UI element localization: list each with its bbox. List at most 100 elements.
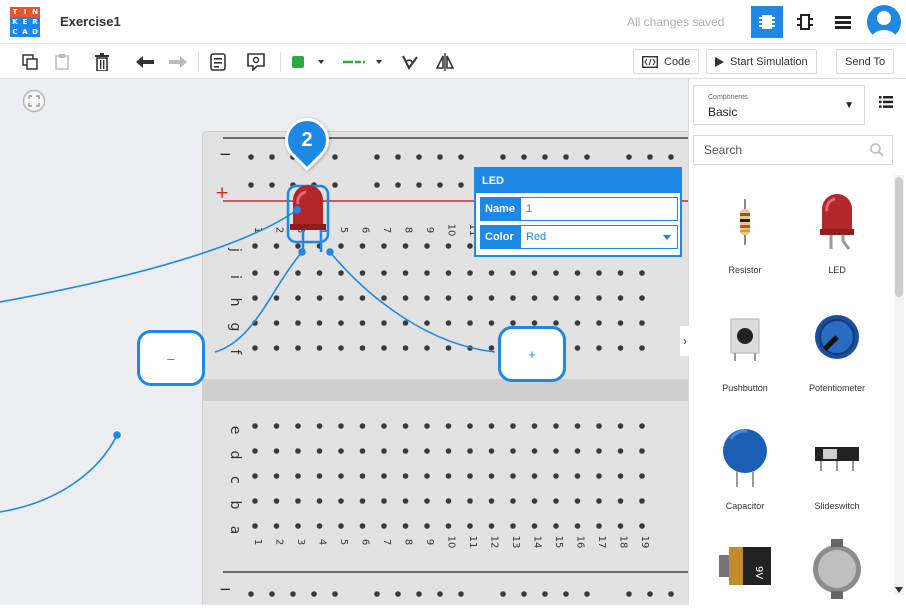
undo-icon[interactable] <box>133 50 157 74</box>
circuit-view-button[interactable] <box>751 6 783 38</box>
row-label: j <box>227 247 243 252</box>
terminal-hole <box>445 243 452 249</box>
terminal-hole <box>295 448 301 454</box>
wire-style-icon[interactable] <box>340 50 388 74</box>
logo-letter: N <box>30 7 40 17</box>
terminal-hole <box>359 270 366 276</box>
code-button[interactable]: Code <box>633 49 700 74</box>
terminal-hole <box>252 345 258 351</box>
rail-hole <box>311 182 317 188</box>
panel-collapse-toggle[interactable]: › <box>680 326 690 356</box>
terminal-hole <box>252 498 258 504</box>
terminal-hole <box>273 243 280 249</box>
rotate-icon[interactable] <box>398 50 422 74</box>
color-swatch-icon[interactable] <box>288 50 332 74</box>
flip-icon[interactable] <box>433 50 457 74</box>
terminal-hole <box>338 448 344 454</box>
note-icon[interactable] <box>206 50 230 74</box>
user-avatar[interactable] <box>867 5 901 39</box>
terminal-hole <box>467 448 473 454</box>
rail-hole <box>269 154 275 160</box>
component-potentiometer[interactable]: Potentiometer <box>787 301 887 401</box>
rail-hole <box>332 591 338 597</box>
terminal-hole <box>488 295 495 301</box>
schematic-list-button[interactable] <box>827 6 859 38</box>
components-search[interactable] <box>693 135 893 165</box>
send-to-button[interactable]: Send To <box>836 49 895 74</box>
column-number: 1 <box>252 539 263 545</box>
terminal-hole <box>359 320 366 326</box>
terminal-hole <box>359 498 366 504</box>
column-number: 15 <box>553 536 564 549</box>
components-category-select[interactable]: Components Basic ▼ <box>693 85 865 125</box>
terminal-hole <box>402 345 409 351</box>
terminal-hole <box>574 295 581 301</box>
terminal-hole <box>295 320 301 326</box>
panel-scrollbar[interactable] <box>894 175 904 595</box>
circuit-canvas[interactable]: −+−1122334455667788991010111112121313141… <box>0 79 688 605</box>
copy-icon[interactable] <box>18 50 42 74</box>
notes-toggle-icon[interactable] <box>244 50 268 74</box>
terminal-hole <box>639 523 645 529</box>
list-view-icon[interactable] <box>879 96 893 108</box>
terminal-hole <box>617 448 624 454</box>
column-number: 19 <box>639 536 650 549</box>
terminal-hole <box>639 473 645 479</box>
terminal-hole <box>359 295 366 301</box>
component-label: Potentiometer <box>808 383 866 393</box>
rail-hole <box>269 591 275 597</box>
scrollbar-thumb[interactable] <box>895 177 903 297</box>
terminal-hole <box>467 295 473 301</box>
rail-hole <box>542 591 548 597</box>
start-simulation-button[interactable]: Start Simulation <box>706 49 817 74</box>
component-battery-9v[interactable]: 9V <box>695 529 795 605</box>
component-coin-cell[interactable] <box>787 529 887 605</box>
terminal-hole <box>574 473 581 479</box>
column-number: 3 <box>295 227 306 233</box>
component-slideswitch[interactable]: Slideswitch <box>787 419 887 519</box>
terminal-hole <box>359 448 366 454</box>
redo-icon[interactable] <box>166 50 190 74</box>
column-number: 11 <box>467 536 478 549</box>
delete-icon[interactable] <box>90 50 114 74</box>
rail-minus-label: − <box>219 145 232 163</box>
toolbar: Code Start Simulation Send To <box>0 44 906 79</box>
column-number: 2 <box>274 227 285 233</box>
terminal-hole <box>467 473 473 479</box>
scroll-down-icon[interactable] <box>895 587 903 593</box>
rail-hole <box>395 154 401 160</box>
terminal-hole <box>488 320 495 326</box>
terminal-hole <box>252 320 258 326</box>
component-resistor[interactable]: Resistor <box>695 183 795 283</box>
terminal-hole <box>596 523 602 529</box>
name-field[interactable] <box>526 203 677 215</box>
column-number: 4 <box>317 227 328 233</box>
column-number: 12 <box>489 536 500 549</box>
component-pushbutton[interactable]: Pushbutton <box>695 301 795 401</box>
rail-hole <box>668 591 674 597</box>
terminal-hole <box>531 448 538 454</box>
terminal-hole <box>252 295 258 301</box>
component-led[interactable]: LED <box>787 183 887 283</box>
terminal-hole <box>488 523 495 529</box>
rail-hole <box>395 182 401 188</box>
component-capacitor[interactable]: Capacitor <box>695 419 795 519</box>
search-input[interactable] <box>704 143 864 157</box>
terminal-hole <box>295 498 301 504</box>
paste-icon[interactable] <box>50 50 74 74</box>
column-number: 10 <box>446 536 457 549</box>
resistor-icon <box>740 199 750 245</box>
terminal-hole <box>424 345 430 351</box>
design-title[interactable]: Exercise1 <box>60 14 121 29</box>
start-simulation-label: Start Simulation <box>730 55 808 68</box>
color-select[interactable]: Red <box>520 225 678 249</box>
tinkercad-logo[interactable]: TINKERCAD <box>10 7 40 37</box>
column-number: 13 <box>510 536 521 549</box>
column-number: 6 <box>360 539 371 545</box>
terminal-hole <box>531 523 538 529</box>
logo-letter: D <box>30 27 40 37</box>
logo-letter: A <box>20 27 30 37</box>
terminal-hole <box>510 295 516 301</box>
component-view-button[interactable] <box>789 6 821 38</box>
fit-view-icon[interactable] <box>22 89 46 113</box>
